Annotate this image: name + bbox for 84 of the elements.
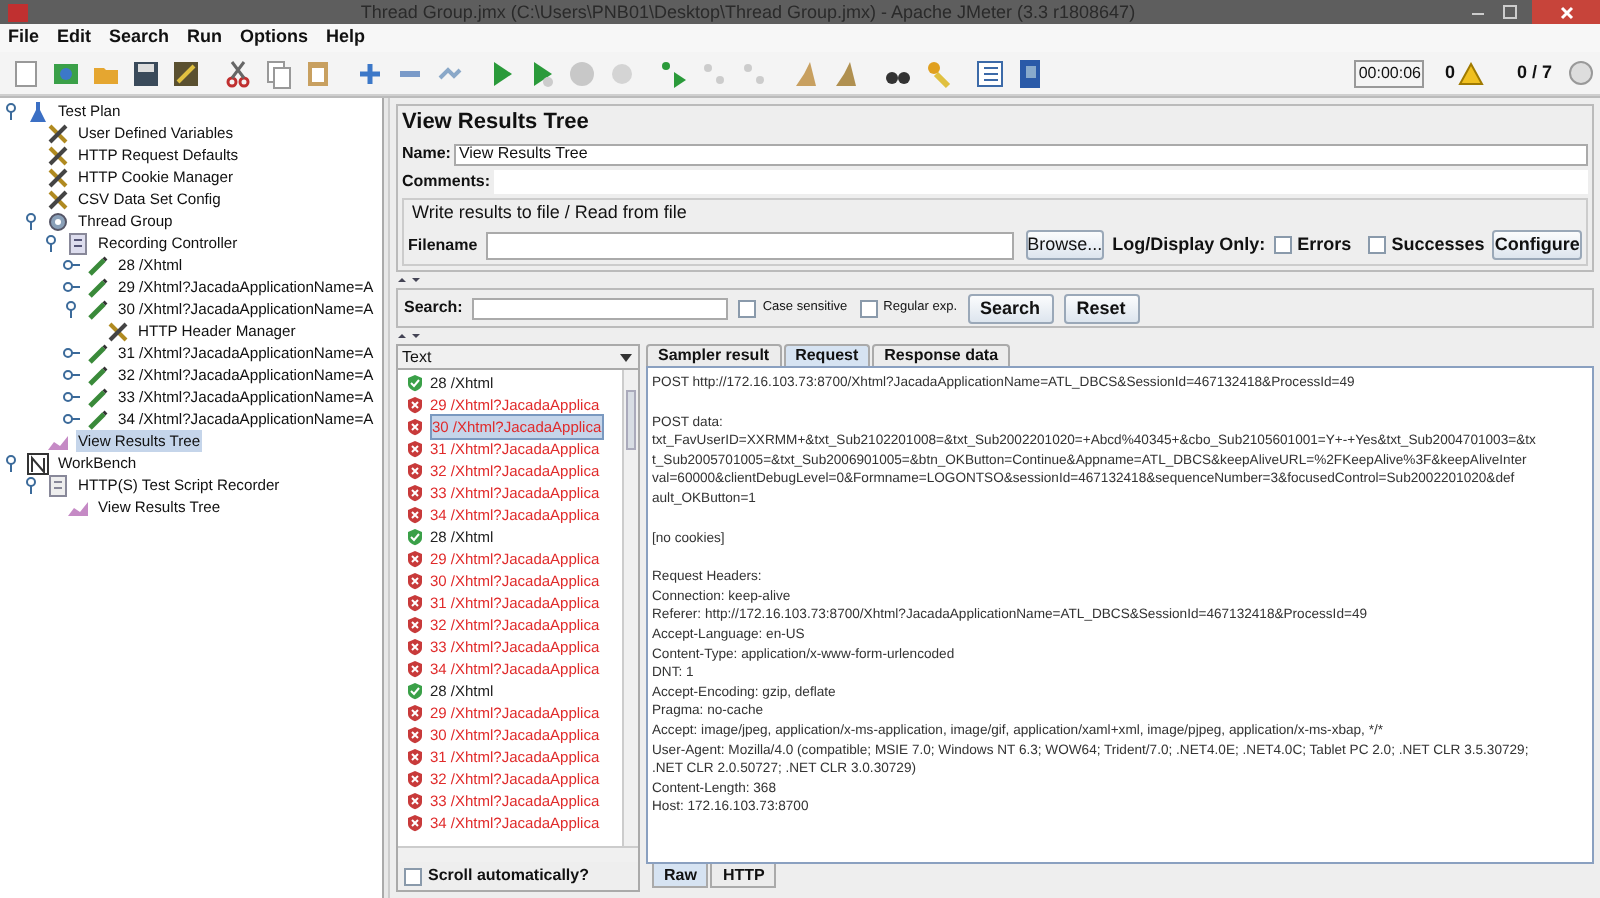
wrench-icon (46, 121, 70, 145)
group-legend: Write results to file / Read from file (412, 199, 1582, 226)
gear-icon (46, 209, 70, 233)
collapsed-handle-icon[interactable] (62, 256, 80, 274)
save-as-icon[interactable] (170, 57, 202, 89)
vertical-scrollbar[interactable] (622, 370, 638, 846)
checkbox[interactable] (1367, 236, 1386, 254)
elapsed-timer: 00:00:06 (1354, 59, 1425, 87)
expanded-handle-icon[interactable] (42, 234, 60, 252)
browse-button[interactable]: Browse... (1025, 230, 1105, 260)
filename-label: Filename (408, 233, 478, 257)
successes-label: Successes (1391, 231, 1485, 258)
tab[interactable]: Request (783, 344, 871, 366)
tab[interactable]: Sampler result (646, 344, 782, 366)
checkbox[interactable] (1273, 236, 1292, 254)
expanded-handle-icon[interactable] (2, 454, 20, 472)
expanded-handle-icon[interactable] (62, 300, 80, 318)
search-label: Search: (404, 296, 463, 320)
warning-count: 0 (1444, 59, 1455, 86)
wrench-icon (106, 319, 130, 343)
name-field[interactable]: View Results Tree (454, 143, 1588, 165)
warning-icon (1458, 61, 1485, 85)
menu-item[interactable]: Edit (57, 24, 92, 52)
name-label: Name: (402, 142, 451, 166)
dropdown-caret-icon (618, 349, 634, 365)
pipette-icon (86, 341, 110, 365)
comments-field[interactable] (494, 169, 1588, 193)
configure-button[interactable]: Configure (1492, 230, 1582, 260)
filename-field[interactable] (485, 231, 1014, 259)
tab[interactable]: Response data (872, 344, 1011, 366)
controller-icon (66, 231, 90, 255)
splitter-arrows-icon[interactable] (396, 276, 424, 284)
checkbox[interactable] (738, 299, 757, 317)
maximize-icon[interactable] (1500, 2, 1520, 22)
save-icon[interactable] (130, 57, 162, 89)
new-file-icon[interactable] (10, 57, 42, 89)
checkbox[interactable] (404, 867, 422, 885)
tab[interactable]: Raw (652, 864, 709, 888)
renderer-select[interactable]: Text (398, 346, 638, 370)
expanded-handle-icon[interactable] (22, 476, 40, 494)
menu-item[interactable]: File (8, 24, 40, 52)
errors-label: Errors (1297, 231, 1352, 258)
collapsed-handle-icon[interactable] (62, 388, 80, 406)
remote-start-icon[interactable] (658, 57, 690, 89)
app-icon (8, 3, 28, 21)
wrench-icon (46, 143, 70, 167)
close-button[interactable] (1532, 0, 1600, 24)
list-icon[interactable] (974, 57, 1006, 89)
thread-count: 0 / 7 (1516, 59, 1552, 86)
collapsed-handle-icon[interactable] (62, 344, 80, 362)
comments-label: Comments: (402, 169, 491, 193)
cut-icon[interactable] (222, 57, 254, 89)
wrench-icon (46, 165, 70, 189)
tab[interactable]: HTTP (710, 864, 777, 888)
close-icon (1559, 5, 1573, 19)
recorder-icon (46, 473, 70, 497)
scroll-automatically-label: Scroll automatically? (428, 864, 589, 888)
expanded-handle-icon[interactable] (2, 102, 20, 120)
pipette-icon (86, 297, 110, 321)
menu-item[interactable]: Run (187, 24, 223, 52)
menu-item[interactable]: Search (109, 24, 170, 52)
pipette-icon (86, 407, 110, 431)
search-button[interactable]: Search (967, 293, 1053, 323)
pipette-icon (86, 275, 110, 299)
collapsed-handle-icon[interactable] (62, 278, 80, 296)
renderer-value: Text (400, 345, 434, 369)
panel-title: View Results Tree (402, 108, 591, 138)
menu-item[interactable]: Help (326, 24, 366, 52)
expanded-handle-icon[interactable] (22, 212, 40, 230)
pipette-icon (86, 385, 110, 409)
pipette-icon (86, 363, 110, 387)
reset-button[interactable]: Reset (1063, 293, 1139, 323)
collapsed-handle-icon[interactable] (62, 410, 80, 428)
search-field[interactable] (472, 297, 729, 319)
paste-icon[interactable] (302, 57, 334, 89)
log-display-label: Log/Display Only: (1112, 231, 1266, 258)
menu-item[interactable]: Options (240, 24, 309, 52)
workbench-icon (26, 451, 50, 475)
collapsed-handle-icon[interactable] (62, 366, 80, 384)
wrench-icon (46, 187, 70, 211)
copy-icon[interactable] (262, 57, 294, 89)
checkbox[interactable] (859, 299, 878, 317)
splitter-arrows-icon[interactable] (396, 332, 424, 340)
pipette-icon (86, 253, 110, 277)
